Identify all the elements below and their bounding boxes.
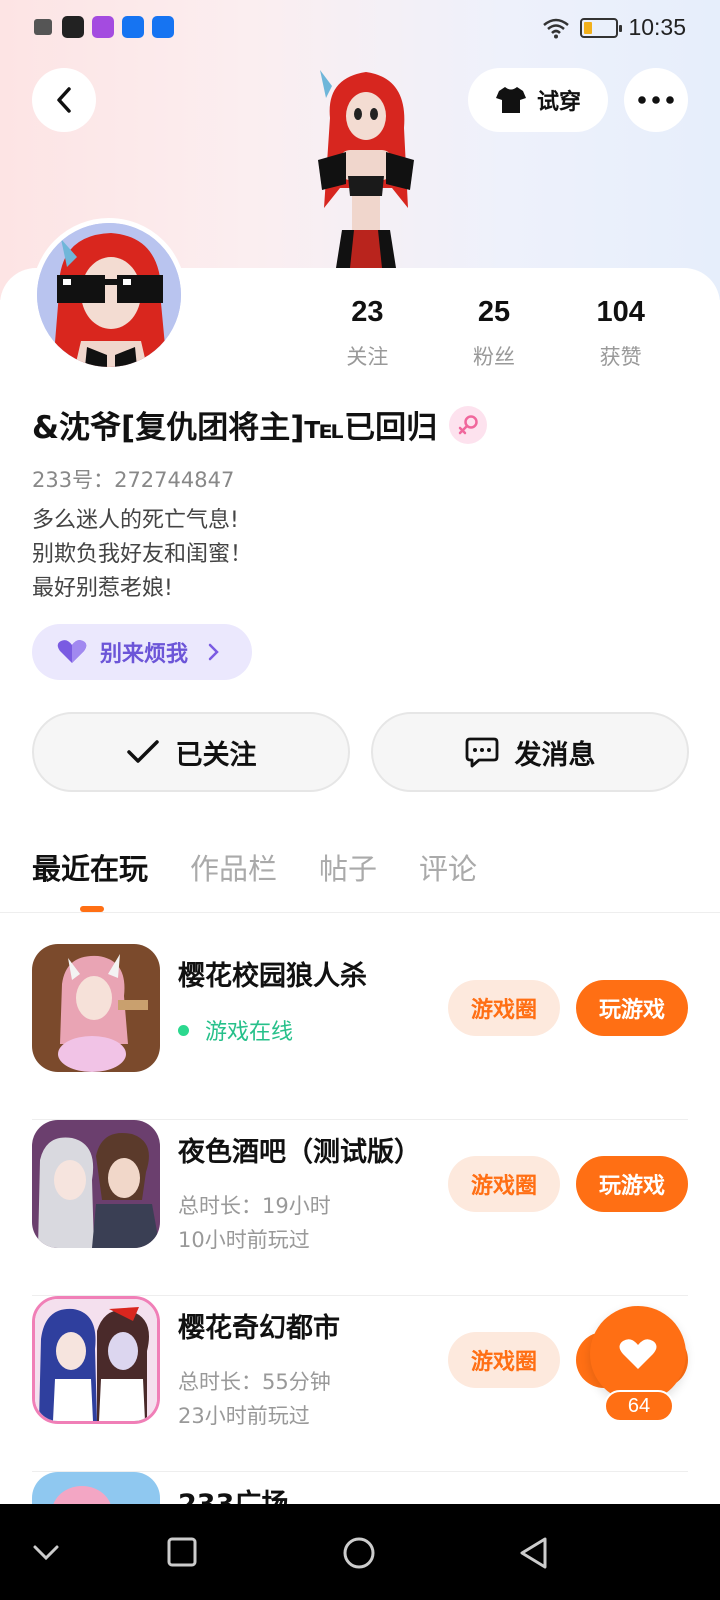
username: &沈爷[复仇团将主]℡已回归 <box>32 410 438 446</box>
send-message-button[interactable]: 发消息 <box>371 712 689 792</box>
heart-icon <box>619 1339 657 1369</box>
more-dots-icon <box>638 96 674 104</box>
clock: 10:35 <box>628 14 686 40</box>
gallery-notification-icon <box>32 16 54 38</box>
play-game-button[interactable]: 玩游戏 <box>576 980 688 1036</box>
tab-comments[interactable]: 评论 <box>419 846 477 888</box>
likes-label: 获赞 <box>599 345 642 369</box>
heart-icon <box>57 640 87 663</box>
chevron-down-icon[interactable] <box>30 1536 62 1568</box>
bio: 多么迷人的死亡气息! 别欺负我好友和闺蜜！ 最好别惹老娘! <box>32 504 252 606</box>
back-nav-button[interactable] <box>518 1536 550 1570</box>
online-status-label: 游戏在线 <box>205 1020 294 1045</box>
bio-line: 多么迷人的死亡气息! <box>32 508 239 533</box>
avatar-figure-image <box>318 70 414 268</box>
following-button[interactable]: 已关注 <box>32 712 350 792</box>
play-game-button[interactable]: 玩游戏 <box>576 1156 688 1212</box>
following-label: 关注 <box>346 345 389 369</box>
female-gender-icon <box>449 405 488 444</box>
chevron-right-icon <box>208 643 219 661</box>
system-navigation-bar <box>0 1504 720 1600</box>
recent-apps-button[interactable] <box>166 1536 198 1568</box>
profile-stats: 23 关注 25 粉丝 104 获赞 <box>304 296 684 371</box>
game-icon <box>32 1120 160 1248</box>
play-duration: 总时长：55分钟 <box>178 1370 331 1394</box>
send-message-label: 发消息 <box>514 739 596 771</box>
avatar[interactable] <box>32 218 186 372</box>
like-button[interactable] <box>590 1306 686 1402</box>
bio-line: 别欺负我好友和闺蜜！ <box>32 542 253 567</box>
tab-divider <box>0 912 720 913</box>
back-button[interactable] <box>32 68 96 132</box>
likes-stat[interactable]: 104 获赞 <box>557 296 684 371</box>
game-icon <box>32 1296 160 1424</box>
list-item[interactable]: 樱花奇幻都市 总时长：55分钟 23小时前玩过 游戏圈 玩游戏 <box>32 1296 688 1472</box>
more-button[interactable] <box>624 68 688 132</box>
chevron-left-icon <box>57 87 71 113</box>
game-circle-button[interactable]: 游戏圈 <box>448 1332 560 1388</box>
last-played: 10小时前玩过 <box>178 1228 310 1252</box>
battery-icon <box>580 17 623 38</box>
tshirt-icon <box>495 87 526 113</box>
tiktok-notification-icon <box>62 16 84 38</box>
bio-line: 最好别惹老娘! <box>32 576 173 601</box>
chat-bubble-icon <box>465 737 498 768</box>
tab-posts[interactable]: 帖子 <box>319 846 377 888</box>
following-button-label: 已关注 <box>175 739 257 771</box>
followers-label: 粉丝 <box>473 345 515 369</box>
wifi-icon <box>543 18 570 38</box>
status-bar: 10:35 <box>0 0 720 56</box>
game-icon <box>32 944 160 1072</box>
last-played: 23小时前玩过 <box>178 1404 310 1428</box>
game-title: 樱花校园狼人杀 <box>178 961 367 992</box>
game-circle-button[interactable]: 游戏圈 <box>448 1156 560 1212</box>
tab-works[interactable]: 作品栏 <box>190 846 277 888</box>
app-notification-icon <box>152 16 174 38</box>
try-on-button[interactable]: 试穿 <box>468 68 608 132</box>
like-count: 64 <box>604 1390 674 1422</box>
list-item[interactable]: 夜色酒吧（测试版） 总时长：19小时 10小时前玩过 游戏圈 玩游戏 <box>32 1120 688 1296</box>
home-button[interactable] <box>342 1536 376 1570</box>
followers-stat[interactable]: 25 粉丝 <box>431 296 558 371</box>
app-notification-icon <box>122 16 144 38</box>
play-duration: 总时长：19小时 <box>178 1194 331 1218</box>
app-notification-icon <box>92 16 114 38</box>
followers-count: 25 <box>477 296 511 328</box>
following-count: 23 <box>351 296 384 328</box>
online-dot-icon <box>178 1024 189 1036</box>
status-tag-label: 别来烦我 <box>100 642 189 667</box>
checkmark-icon <box>126 740 159 763</box>
likes-count: 104 <box>596 296 645 328</box>
tab-recently-played[interactable]: 最近在玩 <box>32 846 148 888</box>
list-item[interactable]: 樱花校园狼人杀 游戏在线 游戏圈 玩游戏 <box>32 944 688 1120</box>
status-tag-button[interactable]: 别来烦我 <box>32 624 252 680</box>
user-id: 233号：272744847 <box>32 468 235 492</box>
profile-tabs: 最近在玩 作品栏 帖子 评论 <box>32 846 477 888</box>
game-title: 樱花奇幻都市 <box>178 1313 340 1344</box>
game-title: 夜色酒吧（测试版） <box>178 1137 421 1168</box>
game-circle-button[interactable]: 游戏圈 <box>448 980 560 1036</box>
try-on-label: 试穿 <box>536 90 581 115</box>
username-row: &沈爷[复仇团将主]℡已回归 <box>32 402 488 447</box>
following-stat[interactable]: 23 关注 <box>304 296 431 371</box>
online-status: 游戏在线 <box>178 1014 293 1046</box>
